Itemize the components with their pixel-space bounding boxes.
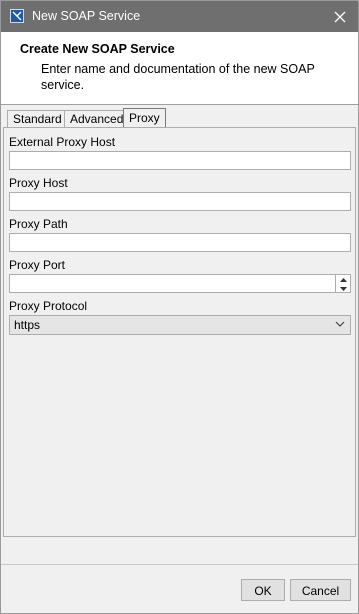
proxy-protocol-select[interactable]: https [9, 315, 351, 335]
arrow-up-icon [339, 277, 347, 282]
arrow-down-icon [339, 286, 347, 291]
close-button[interactable] [322, 1, 358, 32]
proxy-protocol-value: https [14, 318, 41, 332]
dialog-header: Create New SOAP Service Enter name and d… [1, 32, 358, 105]
close-icon [334, 11, 346, 22]
window-title: New SOAP Service [32, 9, 141, 23]
header-title: Create New SOAP Service [20, 42, 175, 56]
proxy-port-label: Proxy Port [9, 258, 66, 272]
proxy-path-input[interactable] [9, 233, 351, 252]
proxy-port-input[interactable] [9, 274, 336, 293]
cancel-button[interactable]: Cancel [290, 579, 351, 601]
proxy-panel: External Proxy Host Proxy Host Proxy Pat… [3, 127, 356, 537]
header-description: Enter name and documentation of the new … [41, 62, 315, 92]
application-icon [10, 9, 24, 23]
proxy-protocol-label: Proxy Protocol [9, 299, 88, 313]
tab-proxy[interactable]: Proxy [123, 108, 166, 128]
spinner-up-button[interactable] [336, 275, 350, 284]
title-bar: New SOAP Service [1, 1, 358, 32]
proxy-host-label: Proxy Host [9, 176, 68, 190]
spinner-down-button[interactable] [336, 284, 350, 293]
proxy-host-input[interactable] [9, 192, 351, 211]
proxy-port-spinner [336, 274, 351, 293]
external-proxy-host-label: External Proxy Host [9, 135, 116, 149]
proxy-path-label: Proxy Path [9, 217, 68, 231]
chevron-down-icon [335, 321, 345, 327]
ok-button[interactable]: OK [241, 579, 285, 601]
external-proxy-host-input[interactable] [9, 151, 351, 170]
footer-separator [1, 564, 358, 565]
tab-advanced[interactable]: Advanced [64, 110, 130, 128]
tab-standard[interactable]: Standard [7, 110, 68, 128]
dialog-window: New SOAP Service Create New SOAP Service… [0, 0, 359, 614]
